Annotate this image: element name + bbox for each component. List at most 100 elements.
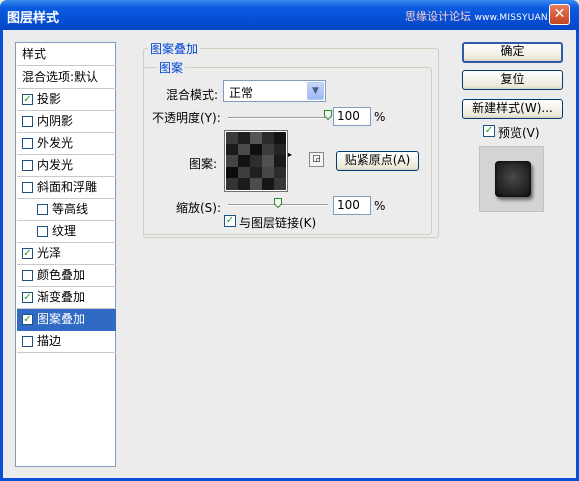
pattern-tile [262, 166, 274, 179]
pattern-tile [250, 166, 262, 179]
pattern-tile [262, 155, 274, 167]
opacity-slider-track[interactable] [228, 117, 328, 119]
pattern-tile [238, 166, 250, 179]
pattern-tile [250, 132, 262, 144]
style-item-checkbox[interactable] [22, 116, 33, 127]
pattern-label: 图案: [189, 157, 218, 171]
style-item-checkbox[interactable]: ✓ [22, 94, 33, 105]
style-item-checkbox[interactable] [37, 204, 48, 215]
link-layer-label: 与图层链接(K) [239, 216, 317, 230]
close-icon: ✕ [553, 6, 566, 22]
pattern-tile [274, 166, 286, 179]
style-item-label: 外发光 [37, 136, 74, 150]
pattern-tile [250, 143, 262, 156]
preview-thumbnail [495, 161, 531, 197]
blend-mode-select[interactable]: 正常 ▼ [223, 80, 326, 102]
pattern-tile [226, 143, 238, 156]
check-icon: ✓ [225, 215, 235, 226]
style-item-checkbox[interactable] [22, 160, 33, 171]
title-bar[interactable]: 图层样式 思缘设计论坛 www.MISSYUAN.com ✕ [0, 0, 579, 30]
pattern-tile [250, 178, 262, 190]
pattern-tile [274, 178, 286, 190]
opacity-slider-thumb[interactable] [324, 110, 332, 120]
scale-slider-thumb[interactable] [274, 198, 282, 208]
watermark-text: 思缘设计论坛 [405, 10, 471, 23]
style-item-label: 渐变叠加 [37, 290, 86, 304]
style-item-label: 描边 [37, 334, 62, 348]
style-item-label: 斜面和浮雕 [37, 180, 98, 194]
style-preview [479, 146, 544, 212]
style-list[interactable]: 样式 混合选项:默认 ✓ 投影内阴影外发光内发光斜面和浮雕等高线纹理 ✓ 光泽颜色叠加… [15, 42, 116, 467]
style-item-7[interactable]: 纹理 [17, 221, 116, 243]
style-item-checkbox[interactable]: ✓ [22, 292, 33, 303]
opacity-label: 不透明度(Y): [152, 111, 221, 125]
style-item-2[interactable]: 内阴影 [17, 111, 116, 133]
new-preset-icon[interactable]: ◲ [309, 152, 324, 167]
scale-label: 缩放(S): [176, 201, 222, 215]
style-header-label: 样式 [22, 47, 47, 61]
preview-label: 预览(V) [498, 126, 540, 140]
preview-checkbox[interactable]: ✓ [483, 125, 495, 137]
style-item-5[interactable]: 斜面和浮雕 [17, 177, 116, 199]
link-layer-checkbox[interactable]: ✓ [224, 215, 236, 227]
style-item-label: 光泽 [37, 246, 62, 260]
pattern-tile [274, 143, 286, 156]
chevron-down-icon[interactable]: ▼ [307, 82, 324, 100]
check-icon: ✓ [484, 125, 494, 136]
style-item-checkbox[interactable] [22, 138, 33, 149]
style-item-11[interactable]: ✓ 图案叠加 [17, 309, 116, 331]
style-item-6[interactable]: 等高线 [17, 199, 116, 221]
close-button[interactable]: ✕ [549, 4, 570, 25]
style-item-3[interactable]: 外发光 [17, 133, 116, 155]
pattern-tile [262, 178, 274, 190]
style-item-label: 纹理 [52, 224, 77, 238]
style-item-4[interactable]: 内发光 [17, 155, 116, 177]
style-item-label: 等高线 [52, 202, 89, 216]
blend-mode-value: 正常 [229, 86, 254, 100]
style-list-header[interactable]: 样式 [17, 44, 116, 66]
opacity-input[interactable]: 100 [333, 107, 371, 126]
blend-options-item[interactable]: 混合选项:默认 [17, 67, 116, 89]
pattern-tile [226, 132, 238, 144]
ok-button[interactable]: 确定 [462, 42, 563, 63]
pattern-tile [238, 155, 250, 167]
blend-mode-label: 混合模式: [166, 88, 219, 102]
reset-button[interactable]: 复位 [462, 70, 563, 90]
scale-input[interactable]: 100 [333, 196, 371, 215]
style-item-12[interactable]: 描边 [17, 331, 116, 353]
snap-origin-button[interactable]: 贴紧原点(A) [336, 151, 419, 171]
style-item-label: 内阴影 [37, 114, 74, 128]
scale-percent: % [374, 199, 386, 213]
blend-options-label: 混合选项:默认 [22, 70, 99, 84]
style-item-checkbox[interactable] [22, 182, 33, 193]
style-item-checkbox[interactable] [37, 226, 48, 237]
style-item-label: 内发光 [37, 158, 74, 172]
pattern-tile [226, 155, 238, 167]
pattern-tile [238, 143, 250, 156]
style-item-checkbox[interactable] [22, 270, 33, 281]
style-item-label: 投影 [37, 92, 62, 106]
pattern-menu-icon[interactable]: ▸ [288, 150, 292, 159]
pattern-tile [226, 166, 238, 179]
opacity-percent: % [374, 110, 386, 124]
style-item-label: 颜色叠加 [37, 268, 86, 282]
new-style-button[interactable]: 新建样式(W)... [462, 99, 563, 119]
watermark: 思缘设计论坛 www.MISSYUAN.com [405, 8, 571, 24]
style-item-10[interactable]: ✓ 渐变叠加 [17, 287, 116, 309]
pattern-tile [274, 155, 286, 167]
window-title: 图层样式 [7, 11, 60, 26]
style-item-1[interactable]: ✓ 投影 [17, 89, 116, 111]
style-item-8[interactable]: ✓ 光泽 [17, 243, 116, 265]
pattern-tile [274, 132, 286, 144]
style-item-checkbox[interactable] [22, 336, 33, 347]
style-item-checkbox[interactable]: ✓ [22, 314, 33, 325]
pattern-swatch[interactable] [224, 130, 288, 192]
pattern-tile [250, 155, 262, 167]
preset-glyph: ◲ [312, 154, 321, 164]
style-item-9[interactable]: 颜色叠加 [17, 265, 116, 287]
pattern-tile [238, 178, 250, 190]
pattern-tile [226, 178, 238, 190]
pattern-tile [238, 132, 250, 144]
style-item-checkbox[interactable]: ✓ [22, 248, 33, 259]
subgroup-title: 图案 [157, 59, 186, 76]
